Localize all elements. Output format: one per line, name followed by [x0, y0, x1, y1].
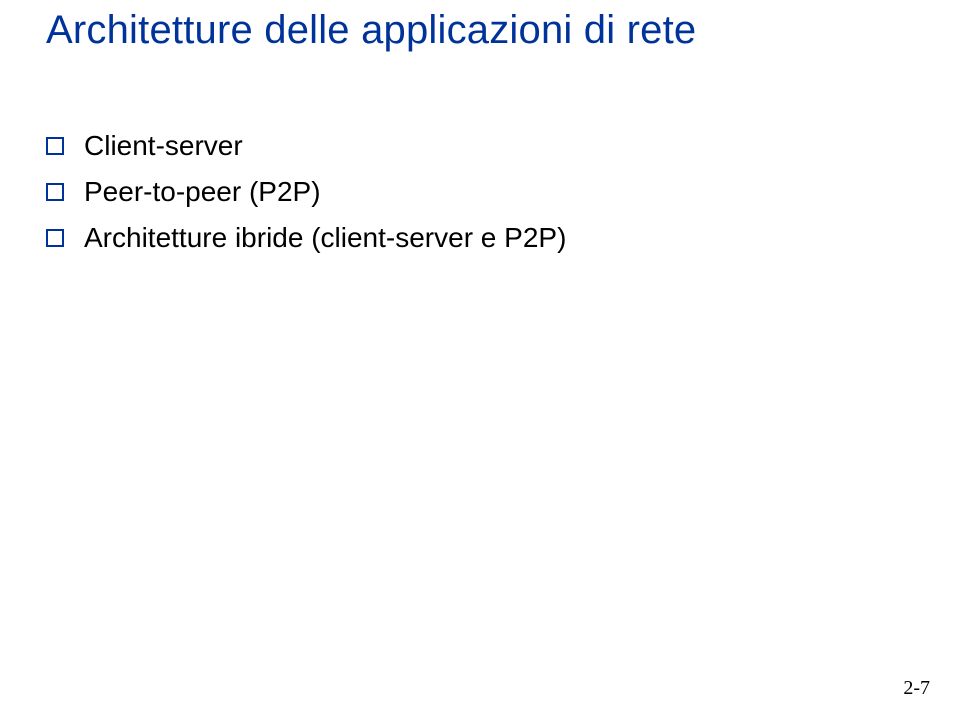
square-bullet-icon	[46, 229, 64, 247]
bullet-list: Client-server Peer-to-peer (P2P) Archite…	[46, 130, 566, 268]
square-bullet-icon	[46, 137, 64, 155]
page-number: 2-7	[903, 677, 930, 700]
list-item: Architetture ibride (client-server e P2P…	[46, 222, 566, 254]
bullet-text: Client-server	[84, 130, 243, 162]
slide-title: Architetture delle applicazioni di rete	[46, 8, 696, 53]
bullet-text: Architetture ibride (client-server e P2P…	[84, 222, 566, 254]
bullet-text: Peer-to-peer (P2P)	[84, 176, 321, 208]
slide: Architetture delle applicazioni di rete …	[0, 0, 960, 718]
list-item: Peer-to-peer (P2P)	[46, 176, 566, 208]
square-bullet-icon	[46, 183, 64, 201]
list-item: Client-server	[46, 130, 566, 162]
